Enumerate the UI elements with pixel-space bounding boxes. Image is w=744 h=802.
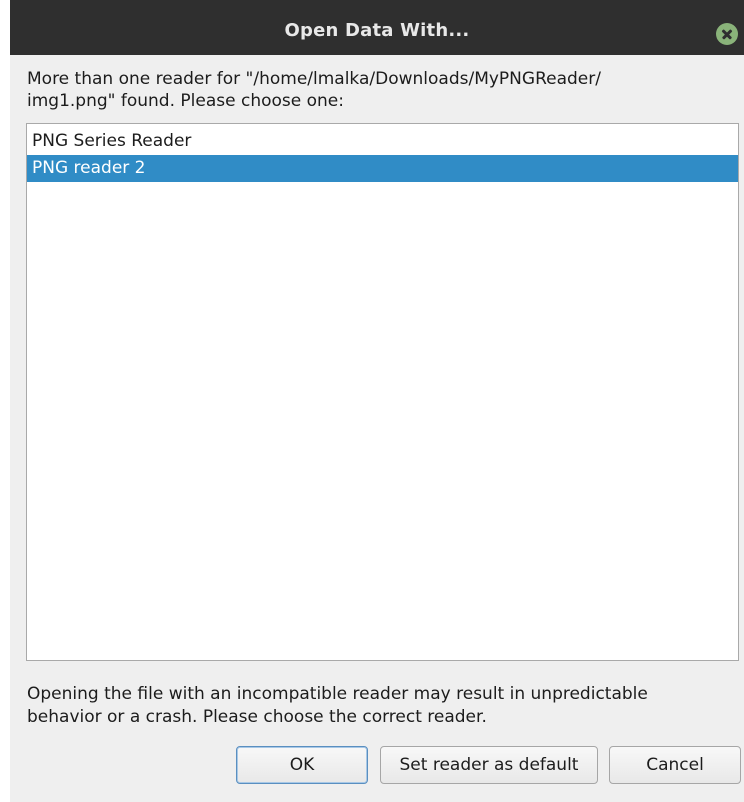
list-item-png-series-reader[interactable]: PNG Series Reader — [27, 128, 738, 155]
title-bar[interactable]: Open Data With... — [10, 0, 744, 55]
set-reader-as-default-button[interactable]: Set reader as default — [380, 746, 598, 784]
cancel-button[interactable]: Cancel — [609, 746, 741, 784]
reader-list[interactable]: PNG Series Reader PNG reader 2 — [26, 123, 739, 661]
open-data-with-dialog: Open Data With... More than one reader f… — [10, 0, 744, 802]
reader-choice-message: More than one reader for "/home/lmalka/D… — [27, 68, 727, 112]
dialog-title: Open Data With... — [284, 20, 470, 41]
list-item-png-reader-2[interactable]: PNG reader 2 — [27, 155, 738, 182]
message-line-2: img1.png" found. Please choose one: — [27, 91, 344, 111]
message-line-1: More than one reader for "/home/lmalka/D… — [27, 69, 601, 89]
warning-line-2: behavior or a crash. Please choose the c… — [27, 707, 487, 727]
incompatible-reader-warning: Opening the file with an incompatible re… — [27, 683, 739, 729]
warning-line-1: Opening the file with an incompatible re… — [27, 684, 648, 704]
ok-button[interactable]: OK — [236, 746, 368, 784]
close-icon[interactable] — [716, 23, 738, 45]
